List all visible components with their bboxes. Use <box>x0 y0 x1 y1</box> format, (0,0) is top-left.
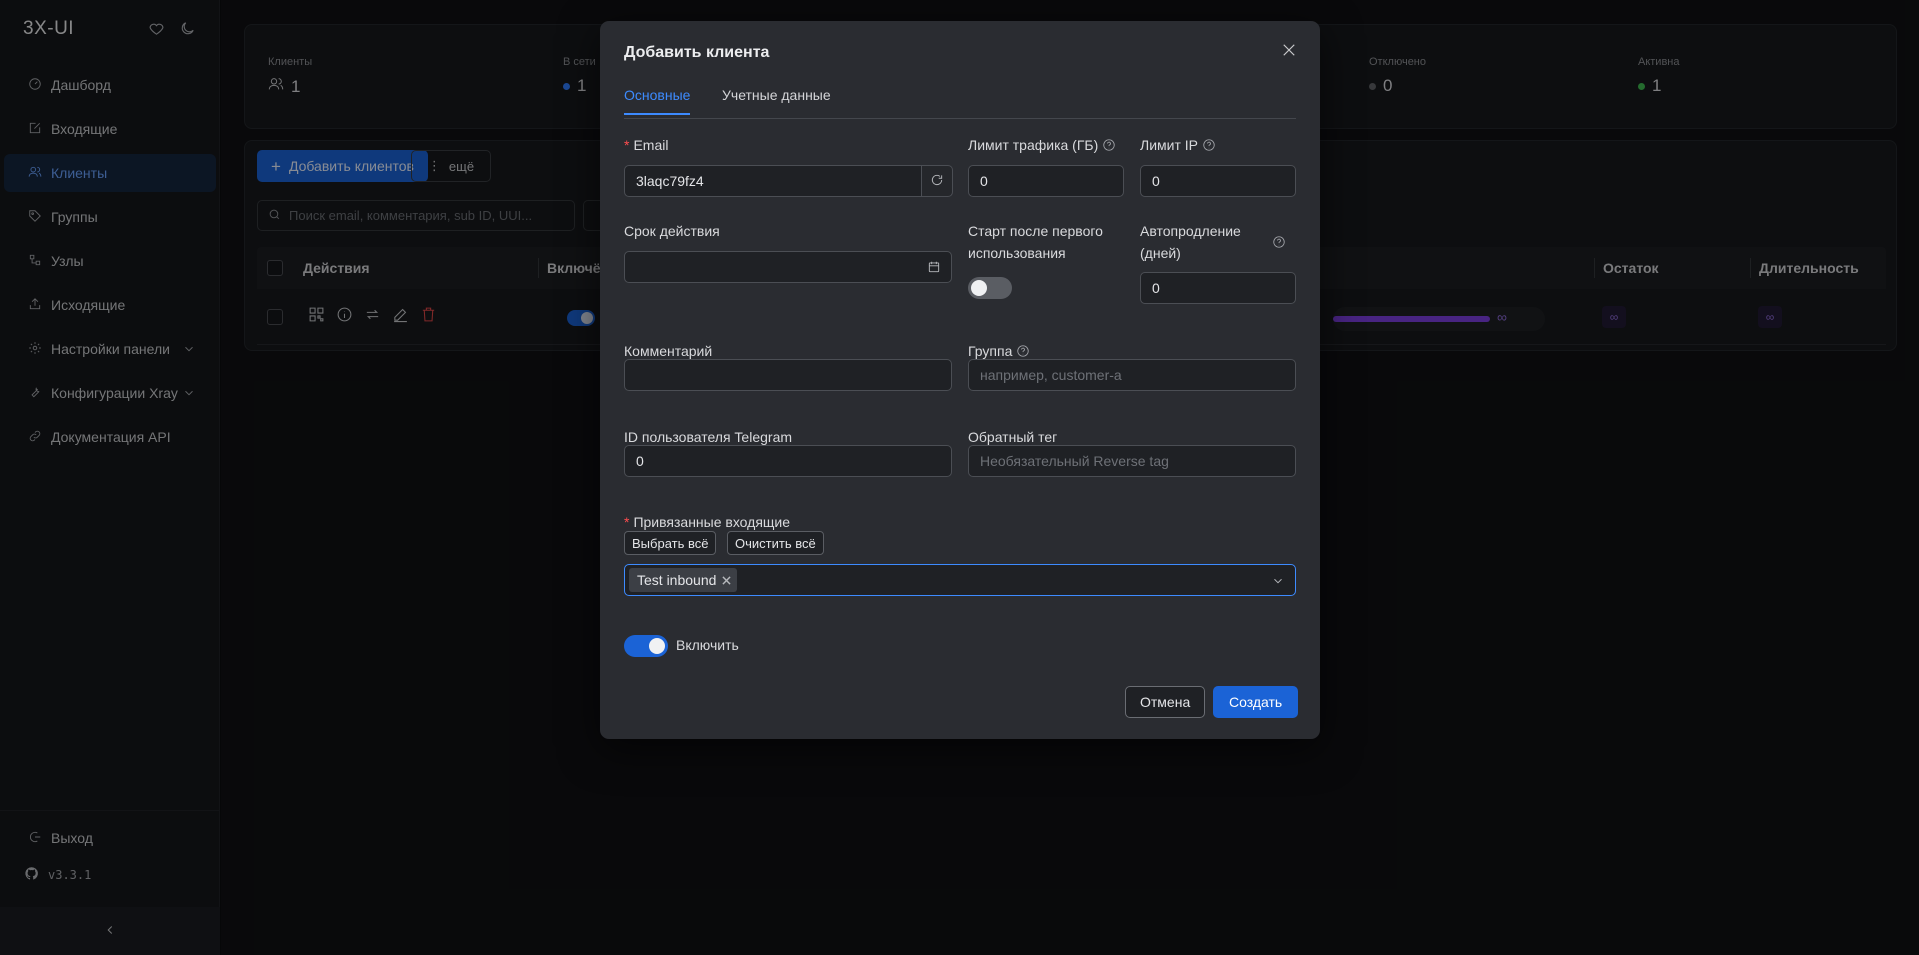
inbounds-select[interactable]: Test inbound <box>624 564 1296 596</box>
bound-inbounds-label: * Привязанные входящие <box>624 511 790 533</box>
telegram-id-field[interactable]: 0 <box>624 445 952 477</box>
comment-field[interactable] <box>624 359 952 391</box>
traffic-limit-label-text: Лимит трафика (ГБ) <box>968 137 1099 153</box>
start-after-first-use-label: Старт после первого использования <box>968 223 1103 261</box>
start-after-first-use-toggle[interactable] <box>968 277 1012 299</box>
cancel-button[interactable]: Отмена <box>1125 686 1206 718</box>
ip-limit-field[interactable]: 0 <box>1140 165 1296 197</box>
remove-tag-icon[interactable] <box>722 572 732 588</box>
close-icon <box>1280 44 1298 62</box>
modal-tabs: Основные Учетные данные <box>624 87 1296 119</box>
group-placeholder: например, customer-a <box>980 367 1122 383</box>
select-all-button[interactable]: Выбрать всё <box>624 531 717 555</box>
toggle-knob <box>649 638 665 654</box>
regenerate-email-button[interactable] <box>922 165 953 197</box>
tab-credentials[interactable]: Учетные данные <box>722 87 831 113</box>
toggle-knob <box>971 280 987 296</box>
expiry-date-picker[interactable] <box>624 251 952 283</box>
enable-toggle[interactable] <box>624 635 668 657</box>
group-field[interactable]: например, customer-a <box>968 359 1296 391</box>
help-icon[interactable] <box>1202 136 1216 158</box>
create-button[interactable]: Создать <box>1213 686 1299 718</box>
reverse-tag-field[interactable]: Необязательный Reverse tag <box>968 445 1296 477</box>
email-value: 3laqc79fz4 <box>636 173 704 189</box>
refresh-icon <box>930 173 944 190</box>
required-mark: * <box>624 514 630 530</box>
traffic-limit-field[interactable]: 0 <box>968 165 1124 197</box>
telegram-id-value: 0 <box>636 453 644 469</box>
traffic-limit-label: Лимит трафика (ГБ) <box>968 134 1116 158</box>
traffic-limit-value: 0 <box>980 173 988 189</box>
close-button[interactable] <box>1280 41 1300 61</box>
email-field[interactable]: 3laqc79fz4 <box>624 165 922 197</box>
group-label-text: Группа <box>968 343 1013 359</box>
required-mark: * <box>624 137 630 153</box>
add-client-modal: Добавить клиента Основные Учетные данные… <box>600 21 1320 739</box>
calendar-icon <box>927 260 941 277</box>
email-label: * Email <box>624 134 668 156</box>
selected-inbound-label: Test inbound <box>637 572 717 588</box>
bound-inbounds-label-text: Привязанные входящие <box>633 514 791 530</box>
ip-limit-label-text: Лимит IP <box>1140 137 1198 153</box>
ip-limit-value: 0 <box>1152 173 1160 189</box>
clear-all-button[interactable]: Очистить всё <box>727 531 824 555</box>
reverse-tag-placeholder: Необязательный Reverse tag <box>980 453 1169 469</box>
selected-inbound-tag: Test inbound <box>629 568 738 592</box>
ip-limit-label: Лимит IP <box>1140 134 1216 158</box>
auto-renew-field[interactable]: 0 <box>1140 272 1296 304</box>
help-icon[interactable] <box>1102 136 1116 158</box>
tab-basic[interactable]: Основные <box>624 87 691 115</box>
chevron-down-icon <box>1271 574 1285 591</box>
auto-renew-value: 0 <box>1152 280 1160 296</box>
auto-renew-label: Автопродление (дней) <box>1140 223 1241 261</box>
modal-title: Добавить клиента <box>624 44 770 61</box>
email-label-text: Email <box>633 137 669 153</box>
expiry-label: Срок действия <box>624 223 720 239</box>
help-icon[interactable] <box>1272 235 1286 252</box>
enable-label: Включить <box>676 637 739 653</box>
